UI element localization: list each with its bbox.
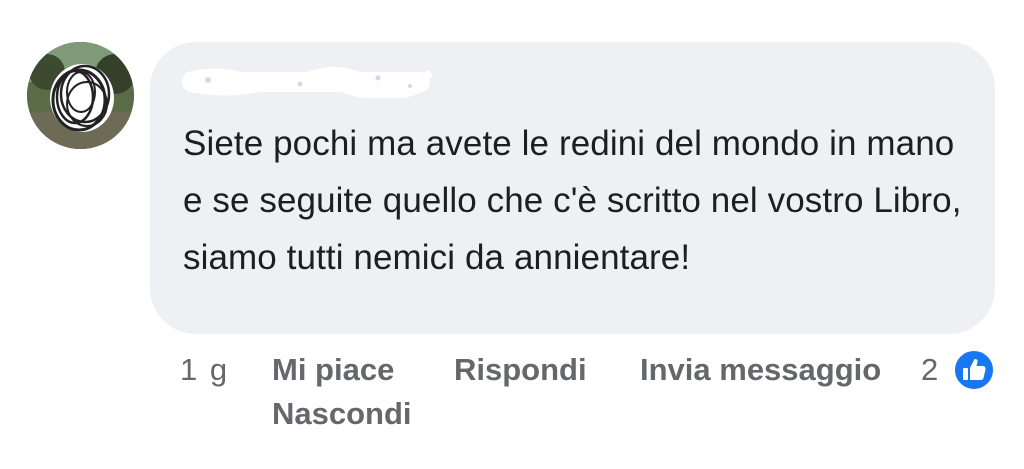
like-button[interactable]: Mi piace	[272, 352, 394, 388]
avatar[interactable]	[27, 42, 134, 149]
reply-button[interactable]: Rispondi	[454, 352, 587, 388]
hide-button[interactable]: Nascondi	[272, 396, 412, 432]
comment-actions: 1 g Mi piace Rispondi Invia messaggio 2 …	[180, 348, 1010, 448]
reaction-count[interactable]: 2	[921, 352, 938, 388]
comment-text: Siete pochi ma avete le redini del mondo…	[183, 124, 962, 277]
author-name-redacted[interactable]	[178, 66, 434, 98]
comment-bubble: Siete pochi ma avete le redini del mondo…	[150, 42, 995, 334]
like-thumbs-up-icon[interactable]	[953, 349, 995, 391]
send-message-button[interactable]: Invia messaggio	[640, 352, 881, 388]
avatar-image	[27, 42, 134, 149]
timestamp[interactable]: 1 g	[180, 352, 229, 388]
comment-container: Siete pochi ma avete le redini del mondo…	[0, 0, 1024, 469]
